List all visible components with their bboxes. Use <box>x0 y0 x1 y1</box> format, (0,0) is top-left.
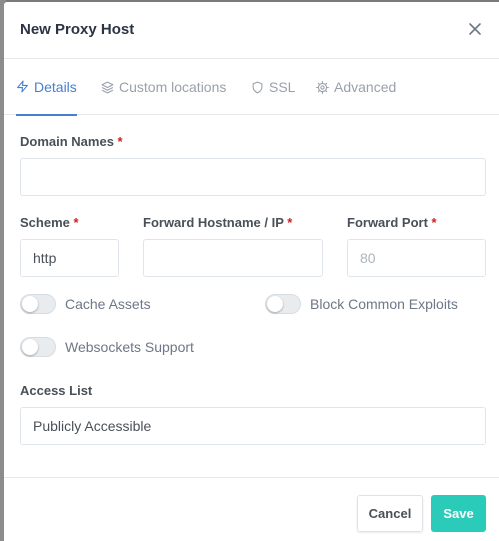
close-icon <box>469 23 481 35</box>
cancel-button[interactable]: Cancel <box>357 495 423 532</box>
required-mark: * <box>73 215 79 230</box>
block-exploits-switch[interactable] <box>265 294 301 314</box>
tab-bar: Details Custom locations SSL Advanced <box>4 59 499 116</box>
tab-details-label: Details <box>34 78 77 95</box>
required-mark: * <box>287 215 293 230</box>
forward-hostname-input[interactable] <box>143 239 323 277</box>
required-mark: * <box>431 215 437 230</box>
tab-details[interactable]: Details <box>16 59 77 116</box>
layers-icon <box>101 81 114 93</box>
tab-ssl-label: SSL <box>269 79 296 95</box>
tab-advanced[interactable]: Advanced <box>316 59 396 115</box>
tab-ssl[interactable]: SSL <box>251 59 295 115</box>
save-button[interactable]: Save <box>431 495 486 532</box>
forward-hostname-label-text: Forward Hostname / IP <box>143 215 284 230</box>
websockets-toggle[interactable]: Websockets Support <box>20 337 194 357</box>
cache-assets-switch[interactable] <box>20 294 56 314</box>
modal-header: New Proxy Host <box>4 2 499 59</box>
access-list-select[interactable] <box>20 407 486 445</box>
scheme-label-text: Scheme <box>20 215 70 230</box>
shield-icon <box>252 81 263 93</box>
access-list-label: Access List <box>20 383 93 398</box>
forward-port-label: Forward Port * <box>347 215 437 230</box>
tab-advanced-label: Advanced <box>334 79 397 95</box>
modal-footer: Cancel Save <box>4 477 499 541</box>
cache-assets-label: Cache Assets <box>65 296 151 312</box>
tab-custom-locations[interactable]: Custom locations <box>101 59 226 115</box>
websockets-switch[interactable] <box>20 337 56 357</box>
required-mark: * <box>117 134 123 149</box>
scheme-input[interactable] <box>20 239 119 277</box>
cache-assets-toggle[interactable]: Cache Assets <box>20 294 151 314</box>
lightning-icon <box>17 80 28 93</box>
modal-title: New Proxy Host <box>20 21 135 38</box>
domain-names-input[interactable] <box>20 158 486 196</box>
domain-names-label-text: Domain Names <box>20 134 114 149</box>
block-exploits-toggle[interactable]: Block Common Exploits <box>265 294 458 314</box>
websockets-label: Websockets Support <box>65 339 194 355</box>
tab-custom-locations-label: Custom locations <box>119 79 227 95</box>
forward-port-input[interactable] <box>347 239 486 277</box>
close-button[interactable] <box>465 19 485 39</box>
forward-port-label-text: Forward Port <box>347 215 428 230</box>
block-exploits-label: Block Common Exploits <box>310 296 458 312</box>
forward-hostname-label: Forward Hostname / IP * <box>143 215 292 230</box>
gear-icon <box>316 80 329 94</box>
new-proxy-host-modal: New Proxy Host Details Custom locations … <box>4 2 499 541</box>
domain-names-label: Domain Names * <box>20 134 123 149</box>
scheme-label: Scheme * <box>20 215 79 230</box>
